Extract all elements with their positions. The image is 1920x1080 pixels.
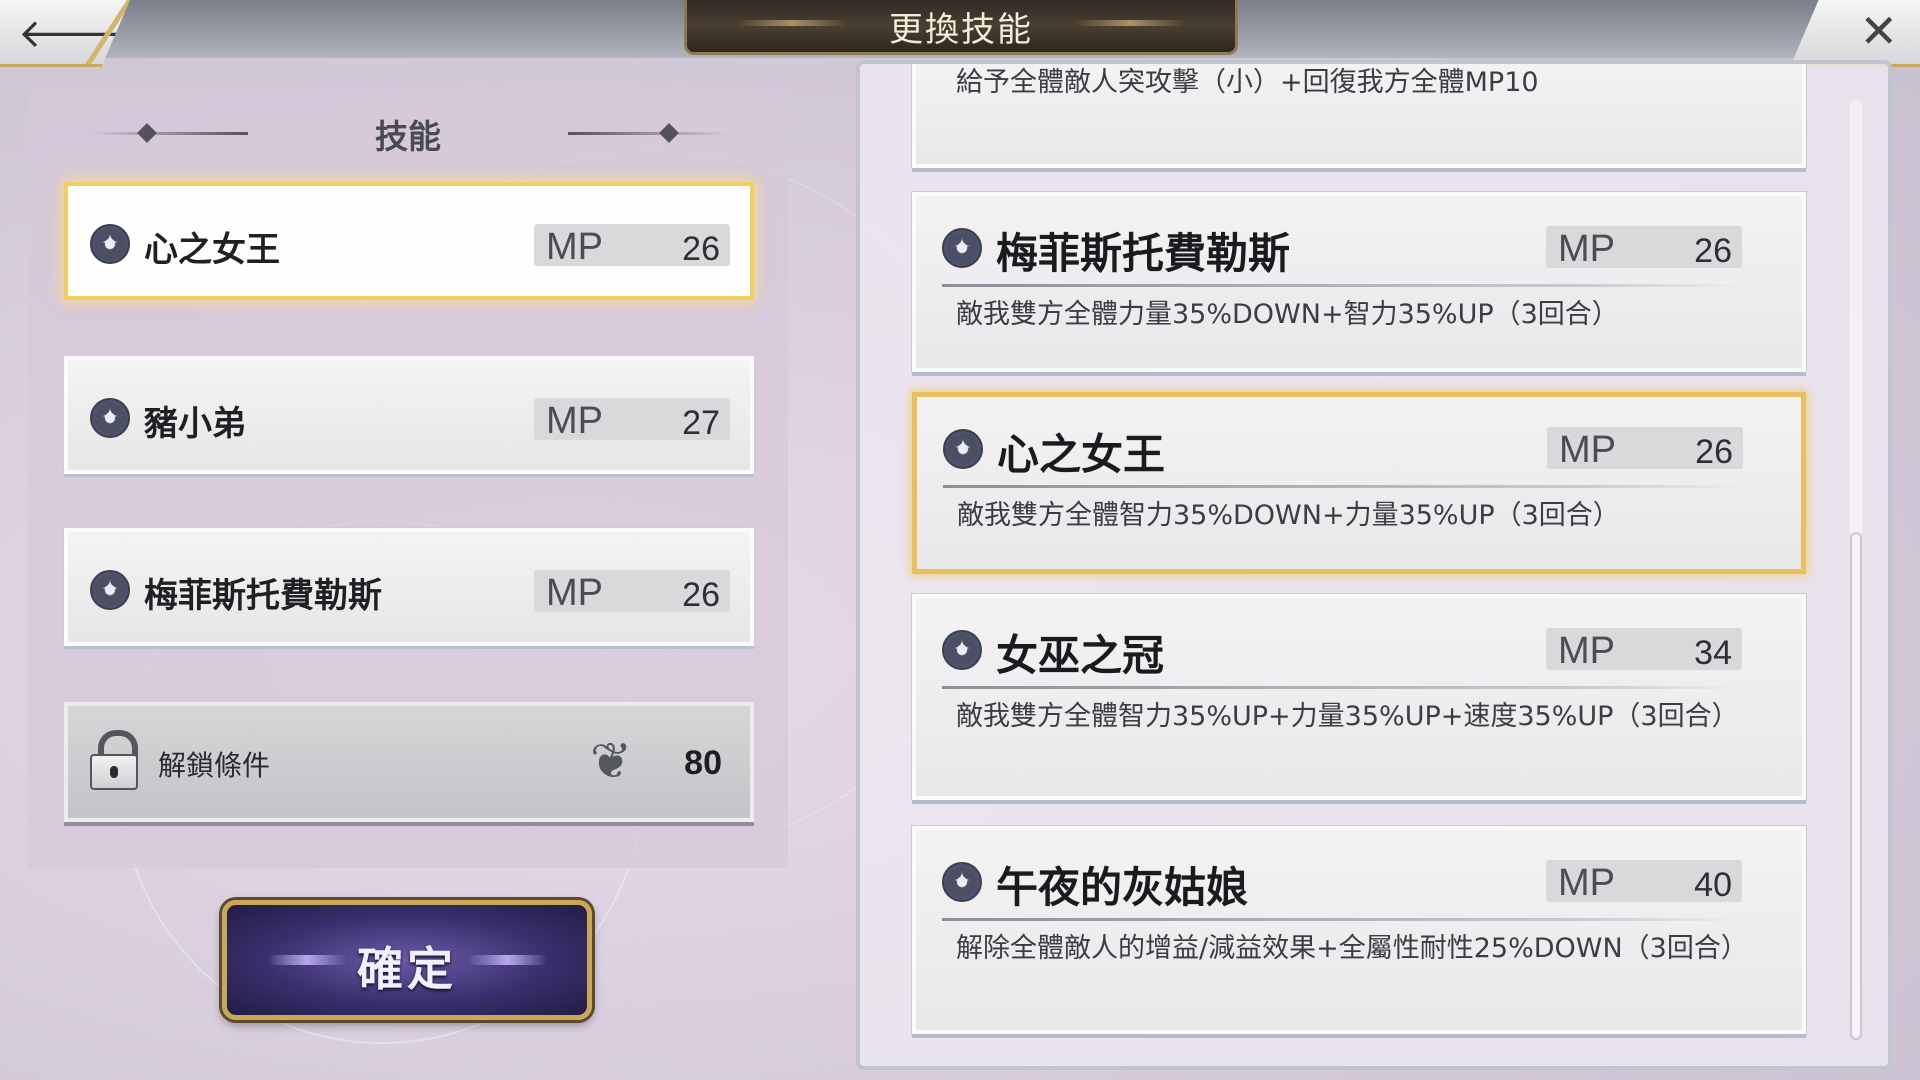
mp-cost-badge: MP 26 [1547, 427, 1743, 471]
header-ornament-left [88, 132, 248, 135]
skill-name: 豬小弟 [144, 404, 246, 444]
title-ornament-left [737, 20, 847, 26]
feather-icon: ❦ [590, 732, 632, 790]
skill-name: 梅菲斯托費勒斯 [144, 576, 382, 616]
title-plate: 更換技能 [684, 0, 1238, 55]
scrollbar-thumb[interactable] [1850, 532, 1862, 1040]
equipped-skills-panel: 技能 心之女王 MP 26 豬小弟 MP 27 梅菲斯托費勒斯 MP 26 解鎖… [28, 90, 788, 868]
divider [942, 686, 1742, 689]
locked-skill-slot[interactable]: 解鎖條件 ❦ 80 [64, 702, 754, 822]
mp-label: MP [546, 226, 603, 268]
section-title: 技能 [375, 117, 441, 156]
divider [942, 918, 1742, 921]
lock-icon [90, 730, 138, 790]
header-diamond-left [137, 123, 157, 143]
mp-value: 40 [1694, 866, 1732, 904]
skill-list-item[interactable]: 梅菲斯托費勒斯 MP 26 敵我雙方全體力量35%DOWN+智力35%UP（3回… [912, 192, 1806, 372]
close-icon: ✕ [1859, 4, 1898, 58]
unlock-cost-value: 80 [684, 744, 722, 782]
confirm-label: 確定 [357, 942, 457, 996]
mp-cost-badge: MP 26 [534, 570, 730, 614]
skill-icon [942, 630, 982, 670]
skill-list-item-selected[interactable]: 心之女王 MP 26 敵我雙方全體智力35%DOWN+力量35%UP（3回合） [912, 392, 1806, 574]
skill-name: 女巫之冠 [996, 631, 1165, 680]
scrollbar-track[interactable] [1850, 100, 1862, 1040]
mp-value: 26 [1694, 232, 1732, 270]
page-title: 更換技能 [889, 9, 1033, 50]
divider [943, 485, 1743, 488]
equipped-skill-slot-3[interactable]: 梅菲斯托費勒斯 MP 26 [64, 528, 754, 646]
header-ornament-right [568, 132, 728, 135]
skill-list-item[interactable]: 午夜的灰姑娘 MP 40 解除全體敵人的增益/減益效果+全屬性耐性25%DOWN… [912, 826, 1806, 1034]
skill-name: 午夜的灰姑娘 [996, 863, 1249, 912]
skill-icon [943, 429, 983, 469]
skill-description: 敵我雙方全體力量35%DOWN+智力35%UP（3回合） [956, 299, 1619, 330]
skill-icon [90, 224, 130, 264]
mp-cost-badge: MP 26 [534, 224, 730, 268]
skill-icon [90, 398, 130, 438]
skill-description: 解除全體敵人的增益/減益效果+全屬性耐性25%DOWN（3回合） [956, 933, 1748, 964]
skill-list-item-partial[interactable]: 給予全體敵人突攻擊（小）+回復我方全體MP10 [912, 64, 1806, 168]
mp-cost-badge: MP 27 [534, 398, 730, 442]
mp-label: MP [1559, 429, 1616, 471]
mp-cost-badge: MP 40 [1546, 860, 1742, 904]
skill-description: 給予全體敵人突攻擊（小）+回復我方全體MP10 [956, 67, 1539, 98]
skill-list-panel[interactable]: 給予全體敵人突攻擊（小）+回復我方全體MP10 梅菲斯托費勒斯 MP 26 敵我… [856, 60, 1892, 1070]
equipped-skill-slot-2[interactable]: 豬小弟 MP 27 [64, 356, 754, 474]
mp-value: 26 [682, 576, 720, 614]
confirm-button[interactable]: 確定 [222, 900, 592, 1020]
mp-value: 34 [1694, 634, 1732, 672]
mp-value: 26 [682, 230, 720, 268]
skill-description: 敵我雙方全體智力35%DOWN+力量35%UP（3回合） [957, 500, 1620, 531]
skill-name: 梅菲斯托費勒斯 [996, 229, 1291, 278]
skill-icon [942, 862, 982, 902]
equipped-skill-slot-1[interactable]: 心之女王 MP 26 [64, 182, 754, 300]
mp-label: MP [546, 400, 603, 442]
skill-icon [942, 228, 982, 268]
skill-name: 心之女王 [997, 430, 1166, 479]
mp-value: 26 [1695, 433, 1733, 471]
skill-icon [90, 570, 130, 610]
unlock-condition-label: 解鎖條件 [158, 749, 271, 782]
mp-label: MP [1558, 228, 1615, 270]
mp-cost-badge: MP 26 [1546, 226, 1742, 270]
mp-label: MP [1558, 862, 1615, 904]
divider [942, 284, 1742, 287]
skill-name: 心之女王 [144, 230, 280, 270]
mp-cost-badge: MP 34 [1546, 628, 1742, 672]
skill-list-item[interactable]: 女巫之冠 MP 34 敵我雙方全體智力35%UP+力量35%UP+速度35%UP… [912, 594, 1806, 800]
mp-value: 27 [682, 404, 720, 442]
title-ornament-right [1075, 20, 1185, 26]
mp-label: MP [1558, 630, 1615, 672]
mp-label: MP [546, 572, 603, 614]
skill-description: 敵我雙方全體智力35%UP+力量35%UP+速度35%UP（3回合） [956, 701, 1739, 732]
section-header: 技能 [28, 110, 788, 158]
